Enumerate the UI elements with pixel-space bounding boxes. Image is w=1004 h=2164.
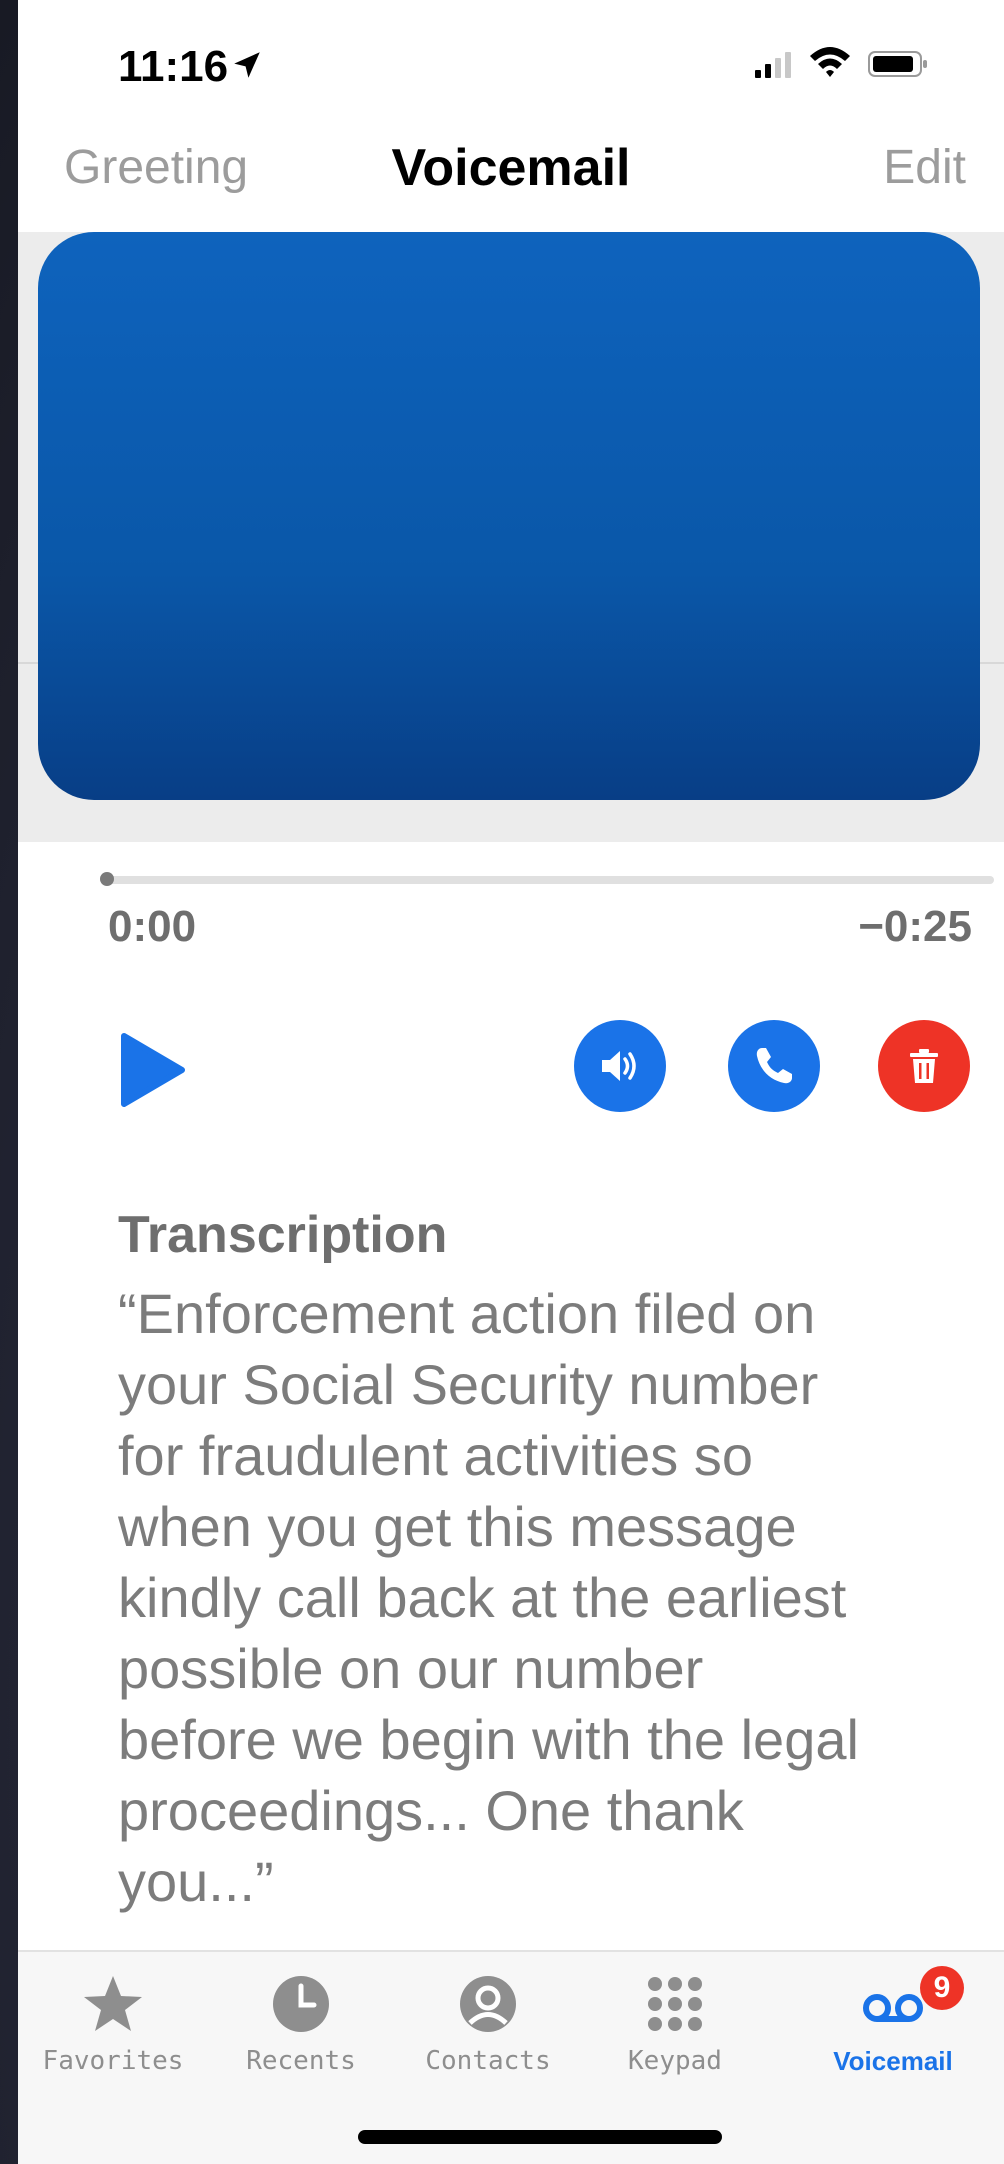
transcription-text: “Enforcement action filed on your Social… [118,1282,859,1913]
person-circle-icon [460,1976,516,2032]
tab-voicemail[interactable]: 9 Voicemail [808,1966,978,2077]
tab-favorites[interactable]: Favorites [28,1972,198,2076]
speaker-button[interactable] [574,1020,666,1112]
play-button[interactable] [118,1030,188,1110]
status-bar: 11:16 [18,0,1004,120]
tab-label: Voicemail [833,2046,953,2076]
cellular-signal-icon [755,52,791,78]
wifi-icon [810,47,850,77]
tab-label: Keypad [628,2046,722,2076]
voicemail-badge: 9 [920,1966,964,2010]
tab-keypad[interactable]: Keypad [590,1972,760,2076]
tab-label: Favorites [42,2046,184,2076]
delete-button[interactable] [878,1020,970,1112]
voicemail-icon [863,1994,923,2022]
tab-recents[interactable]: Recents [216,1972,386,2076]
tab-contacts[interactable]: Contacts [403,1972,573,2076]
status-time: 11:16 [118,42,229,91]
star-icon [84,1976,142,2031]
tab-label: Recents [246,2046,356,2076]
clock-icon [273,1976,329,2032]
tab-label: Contacts [425,2046,551,2076]
edit-button[interactable]: Edit [883,140,966,195]
home-indicator[interactable] [358,2130,722,2144]
playback-scrubber[interactable] [106,876,994,884]
page-title: Voicemail [391,139,631,197]
remaining-time: −0:25 [858,902,972,951]
scrubber-knob[interactable] [100,872,114,886]
speaker-icon [602,1051,636,1081]
location-arrow-icon [234,52,260,78]
phone-icon [756,1048,792,1084]
redaction-overlay [38,232,980,800]
call-back-button[interactable] [728,1020,820,1112]
trash-icon [910,1049,938,1083]
phone-screen: 11:16 Greeting Voicemail Edit 0:00 −0:25… [18,0,1004,2164]
transcription-heading: Transcription [118,1206,448,1264]
keypad-icon [648,1977,702,2031]
battery-icon [868,51,927,77]
elapsed-time: 0:00 [108,902,197,951]
